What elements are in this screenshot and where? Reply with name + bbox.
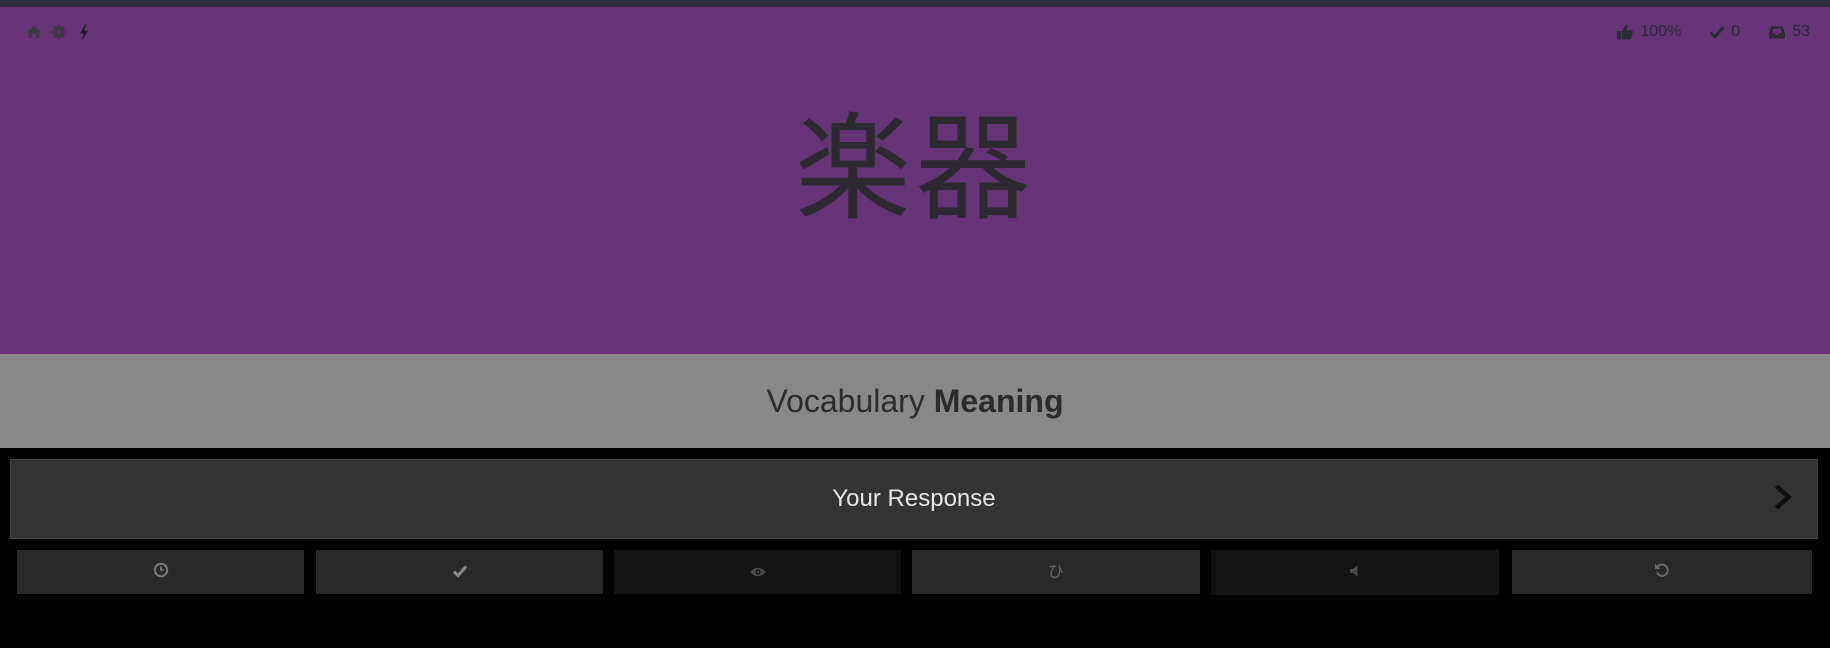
check-icon bbox=[452, 563, 468, 582]
review-app: 100% 0 53 楽器 Vocabulary Meaning Your Res… bbox=[0, 0, 1830, 648]
character-panel: 100% 0 53 楽器 bbox=[0, 7, 1830, 354]
speaker-icon bbox=[1349, 563, 1361, 582]
hiragana-hi-icon: ひ bbox=[1047, 562, 1064, 581]
answer-input[interactable] bbox=[11, 460, 1817, 538]
review-character: 楽器 bbox=[795, 102, 1035, 237]
kana-input-button[interactable]: ひ bbox=[912, 550, 1200, 594]
completed-count: 0 bbox=[1731, 23, 1741, 40]
toolbar bbox=[25, 19, 92, 45]
chevron-right-icon bbox=[1774, 484, 1793, 513]
accuracy-value: 100% bbox=[1640, 23, 1682, 40]
lightning-icon[interactable] bbox=[75, 23, 92, 41]
undo-button[interactable] bbox=[1512, 550, 1812, 594]
mark-correct-button[interactable] bbox=[316, 550, 603, 594]
submit-answer-button[interactable] bbox=[1767, 480, 1801, 518]
check-icon bbox=[1709, 25, 1725, 39]
audio-button[interactable] bbox=[1211, 550, 1499, 595]
inbox-icon bbox=[1768, 25, 1786, 40]
item-category: Vocabulary bbox=[766, 382, 925, 419]
completed-stat: 0 bbox=[1709, 23, 1740, 41]
remaining-count: 53 bbox=[1792, 23, 1810, 40]
question-type: Meaning bbox=[933, 382, 1064, 419]
question-type-bar: Vocabulary Meaning bbox=[0, 354, 1830, 448]
top-strip bbox=[0, 0, 1830, 7]
action-bar: ひ bbox=[0, 550, 1830, 596]
eye-icon bbox=[749, 563, 767, 582]
remaining-stat: 53 bbox=[1768, 23, 1810, 41]
thumbs-up-icon bbox=[1616, 24, 1634, 40]
undo-icon bbox=[1654, 562, 1670, 582]
answer-row bbox=[10, 459, 1818, 539]
reveal-answer-button[interactable] bbox=[614, 550, 901, 594]
accuracy-stat: 100% bbox=[1616, 23, 1681, 41]
timer-button[interactable] bbox=[17, 550, 304, 594]
review-stats: 100% 0 53 bbox=[1616, 19, 1810, 45]
home-icon[interactable] bbox=[25, 24, 42, 41]
clock-icon bbox=[153, 562, 169, 582]
gear-icon[interactable] bbox=[50, 24, 67, 41]
